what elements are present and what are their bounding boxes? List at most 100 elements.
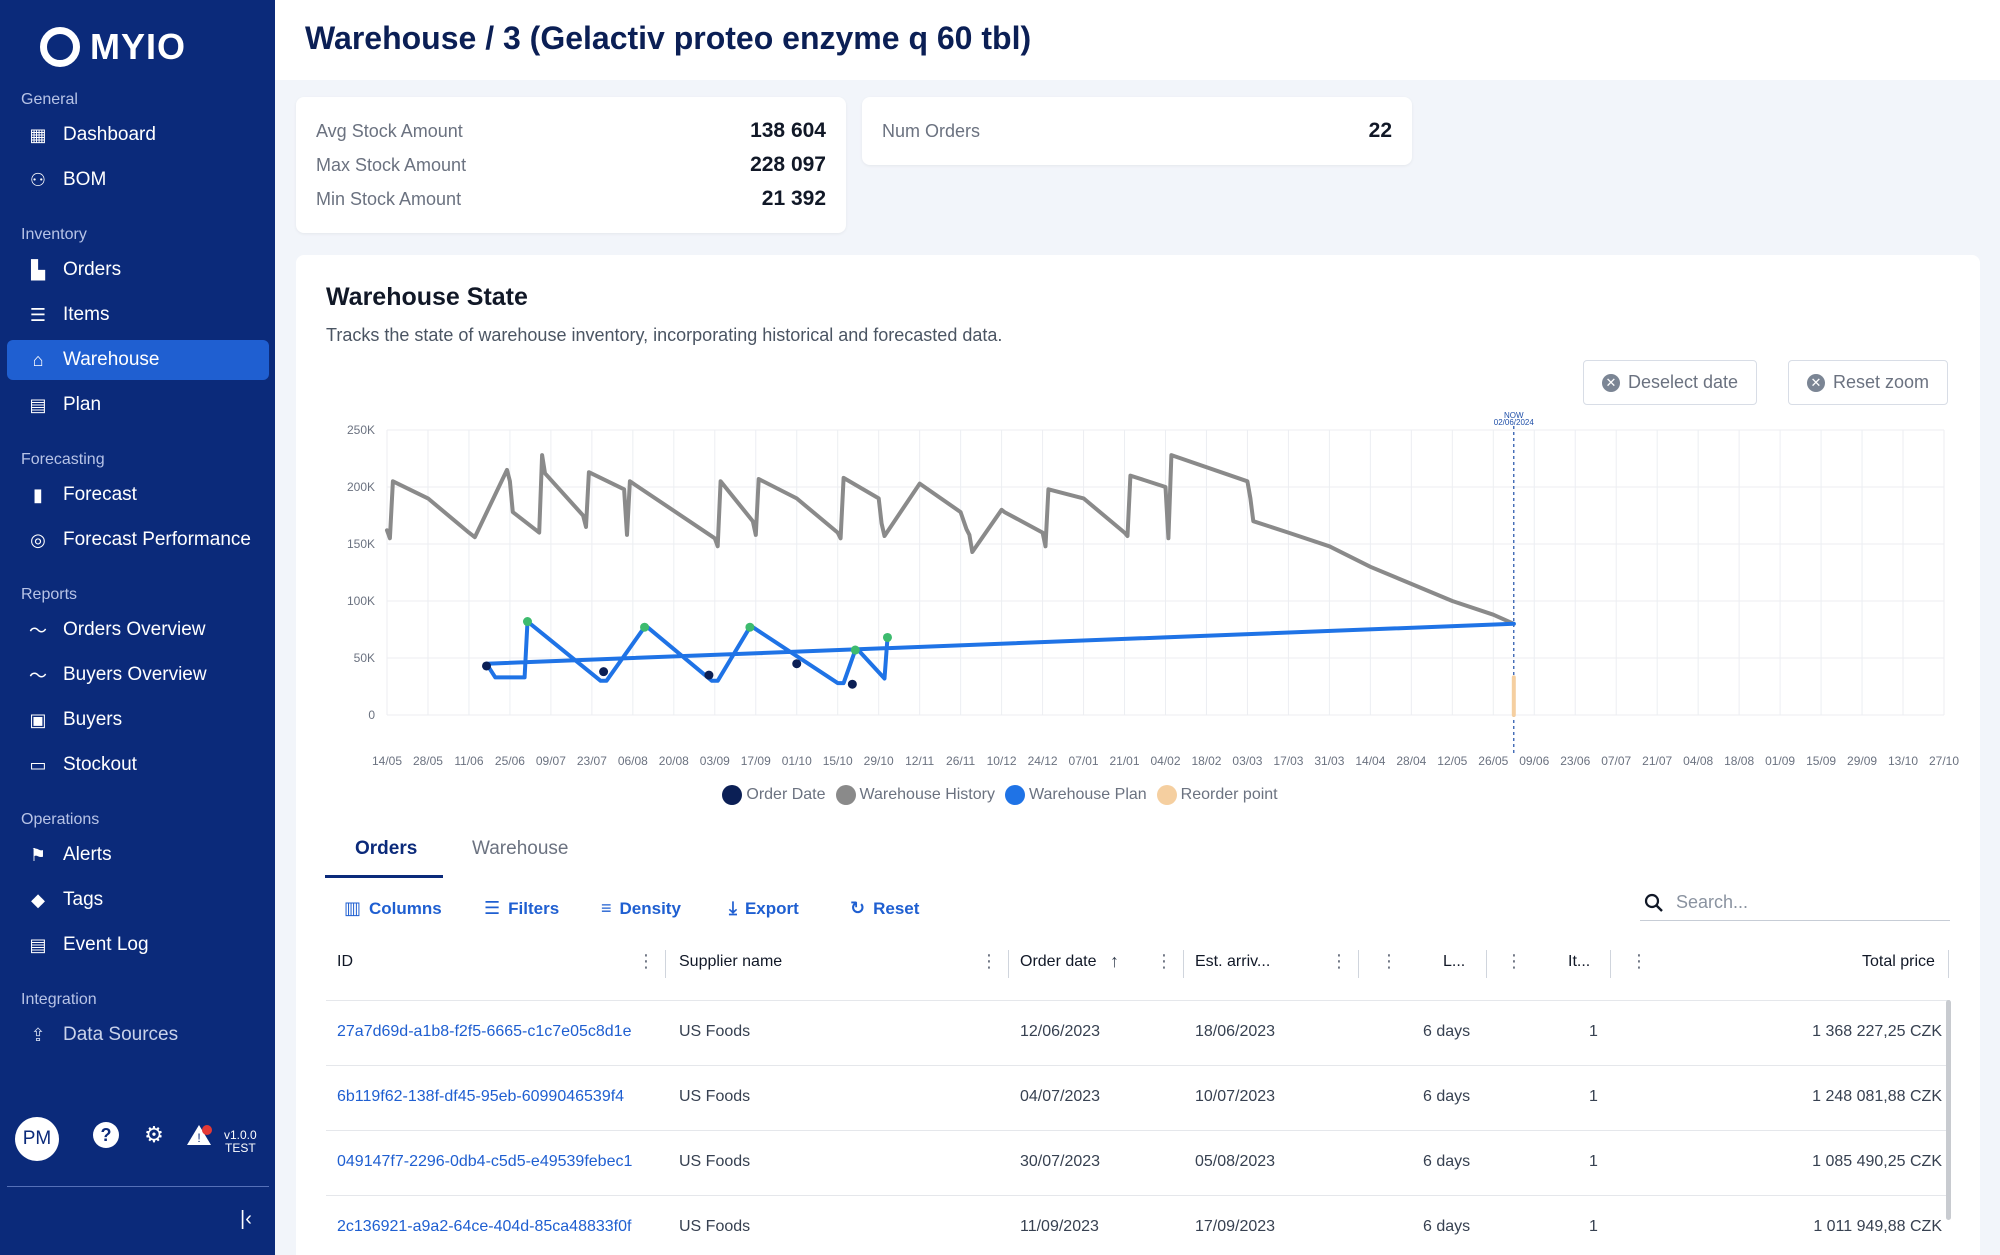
filters-button[interactable]: ☰ Filters: [484, 898, 559, 919]
sidebar-item-label: Data Sources: [63, 1024, 179, 1045]
help-icon[interactable]: ?: [93, 1122, 119, 1148]
avg-stock-value: 138 604: [750, 119, 826, 142]
plan-peak-point: [522, 617, 532, 627]
sidebar-item-alerts[interactable]: ⚑ Alerts: [7, 835, 269, 875]
order-date-point: [792, 659, 802, 669]
sidebar-item-orders-overview[interactable]: 〜 Orders Overview: [7, 610, 269, 650]
column-header-supplier[interactable]: Supplier name: [679, 953, 782, 971]
reset-zoom-button[interactable]: ✕ Reset zoom: [1788, 360, 1949, 405]
reset-label: Reset: [873, 898, 920, 918]
column-header-items[interactable]: It...: [1568, 953, 1590, 971]
tab-warehouse[interactable]: Warehouse: [472, 838, 568, 860]
table-row[interactable]: 27a7d69d-a1b8-f2f5-6665-c1c7e05c8d1e US …: [326, 1000, 1950, 1065]
order-id-link[interactable]: 6b119f62-138f-df45-95eb-6099046539f4: [337, 1088, 624, 1106]
sidebar-item-label: Items: [63, 304, 110, 325]
x-tick-label: 24/12: [1028, 754, 1058, 768]
warehouse-state-chart[interactable]: 14/05 28/05 11/06 25/06 09/07 23/07 06/08 20/08…: [340, 412, 1960, 782]
column-menu-icon[interactable]: ⋮: [980, 951, 998, 972]
column-menu-icon[interactable]: ⋮: [1630, 951, 1648, 972]
sort-ascending-icon[interactable]: ↑: [1110, 951, 1119, 972]
x-tick-label: 23/07: [577, 754, 607, 768]
columns-label: Columns: [369, 898, 442, 918]
sidebar-item-plan[interactable]: ▤ Plan: [7, 385, 269, 425]
legend-warehouse-plan[interactable]: Warehouse Plan: [1004, 785, 1147, 805]
table-row[interactable]: 6b119f62-138f-df45-95eb-6099046539f4 US …: [326, 1065, 1950, 1130]
y-tick-label: 200K: [347, 480, 375, 494]
avg-stock-row: Avg Stock Amount 138 604: [316, 119, 826, 143]
column-header-order-date[interactable]: Order date: [1020, 953, 1096, 971]
panel-title: Warehouse State: [326, 283, 528, 311]
column-menu-icon[interactable]: ⋮: [1505, 951, 1523, 972]
column-separator[interactable]: [1008, 950, 1009, 978]
order-date-cell: 12/06/2023: [1020, 1023, 1101, 1040]
avatar[interactable]: PM: [15, 1117, 59, 1161]
tab-orders[interactable]: Orders: [355, 838, 417, 860]
column-separator[interactable]: [1948, 950, 1949, 978]
column-header-lead-time[interactable]: L...: [1443, 953, 1465, 971]
x-tick-label: 15/10: [823, 754, 853, 768]
reset-button[interactable]: ↻ Reset: [850, 898, 919, 919]
sidebar-item-event-log[interactable]: ▤ Event Log: [7, 925, 269, 965]
alert-bell-icon[interactable]: !: [186, 1122, 212, 1148]
est-arrival-cell: 10/07/2023: [1195, 1088, 1276, 1105]
min-stock-label: Min Stock Amount: [316, 188, 462, 209]
section-title-forecasting: Forecasting: [21, 451, 105, 468]
sidebar-item-items[interactable]: ☰ Items: [7, 295, 269, 335]
column-separator[interactable]: [1358, 950, 1359, 978]
num-orders-label: Num Orders: [882, 120, 981, 141]
table-row[interactable]: 049147f7-2296-0db4-c5d5-e49539febec1 US …: [326, 1130, 1950, 1195]
legend-label: Warehouse Plan: [1028, 786, 1147, 803]
sidebar-item-buyers[interactable]: ▣ Buyers: [7, 700, 269, 740]
section-title-integration: Integration: [21, 991, 97, 1008]
section-title-reports: Reports: [21, 586, 78, 603]
sidebar-item-dashboard[interactable]: ▦ Dashboard: [7, 115, 269, 155]
column-header-id[interactable]: ID: [337, 953, 353, 971]
sidebar-item-stockout[interactable]: ▭ Stockout: [7, 745, 269, 785]
search-input[interactable]: [1676, 892, 1916, 913]
gear-icon[interactable]: ⚙: [141, 1122, 167, 1148]
x-tick-label: 14/05: [372, 754, 402, 768]
lead-time-cell: 6 days: [1423, 1023, 1471, 1040]
column-menu-icon[interactable]: ⋮: [1380, 951, 1398, 972]
legend-warehouse-history[interactable]: Warehouse History: [835, 785, 995, 805]
x-tick-label: 04/02: [1150, 754, 1180, 768]
column-separator[interactable]: [1486, 950, 1487, 978]
sidebar-item-label: BOM: [63, 169, 107, 190]
export-button[interactable]: ⤓ Export: [729, 898, 799, 919]
column-header-total-price[interactable]: Total price: [1862, 953, 1935, 971]
legend-reorder-point[interactable]: Reorder point: [1156, 785, 1278, 805]
order-id-link[interactable]: 2c136921-a9a2-64ce-404d-85ca48833f0f: [337, 1218, 631, 1236]
total-price-cell: 1 248 081,88 CZK: [1812, 1088, 1942, 1105]
sidebar-item-bom[interactable]: ⚇ BOM: [7, 160, 269, 200]
column-header-est-arrival[interactable]: Est. arriv...: [1195, 953, 1270, 971]
x-tick-label: 17/03: [1273, 754, 1303, 768]
sidebar-item-tags[interactable]: ◆ Tags: [7, 880, 269, 920]
max-stock-value: 228 097: [750, 153, 826, 176]
collapse-sidebar-icon[interactable]: |‹: [240, 1208, 252, 1231]
column-separator[interactable]: [1183, 950, 1184, 978]
deselect-date-button[interactable]: ✕ Deselect date: [1583, 360, 1758, 405]
sidebar-item-warehouse[interactable]: ⌂ Warehouse: [7, 340, 269, 380]
table-row[interactable]: 2c136921-a9a2-64ce-404d-85ca48833f0f US …: [326, 1195, 1950, 1255]
x-tick-label: 14/04: [1355, 754, 1385, 768]
column-menu-icon[interactable]: ⋮: [1155, 951, 1173, 972]
table-scrollbar[interactable]: [1946, 1000, 1951, 1220]
sidebar-item-data-sources[interactable]: ⇪ Data Sources: [7, 1015, 269, 1055]
columns-button[interactable]: ▥ Columns: [344, 898, 442, 919]
order-id-link[interactable]: 27a7d69d-a1b8-f2f5-6665-c1c7e05c8d1e: [337, 1023, 631, 1041]
column-menu-icon[interactable]: ⋮: [637, 951, 655, 972]
items-cell: 1: [1589, 1153, 1598, 1170]
density-button[interactable]: ≡ Density: [601, 898, 681, 919]
column-menu-icon[interactable]: ⋮: [1330, 951, 1348, 972]
chart-legend: Order Date Warehouse History Warehouse P…: [0, 785, 2000, 805]
sidebar-item-forecast-performance[interactable]: ◎ Forecast Performance: [7, 520, 269, 560]
column-separator[interactable]: [665, 950, 666, 978]
sidebar-item-forecast[interactable]: ▮ Forecast: [7, 475, 269, 515]
column-separator[interactable]: [1610, 950, 1611, 978]
order-id-link[interactable]: 049147f7-2296-0db4-c5d5-e49539febec1: [337, 1153, 632, 1171]
sidebar-item-buyers-overview[interactable]: 〜 Buyers Overview: [7, 655, 269, 695]
sidebar-item-orders[interactable]: ▙ Orders: [7, 250, 269, 290]
legend-order-date[interactable]: Order Date: [722, 785, 826, 805]
x-tick-label: 01/10: [782, 754, 812, 768]
app-logo[interactable]: MYIO: [40, 26, 186, 68]
